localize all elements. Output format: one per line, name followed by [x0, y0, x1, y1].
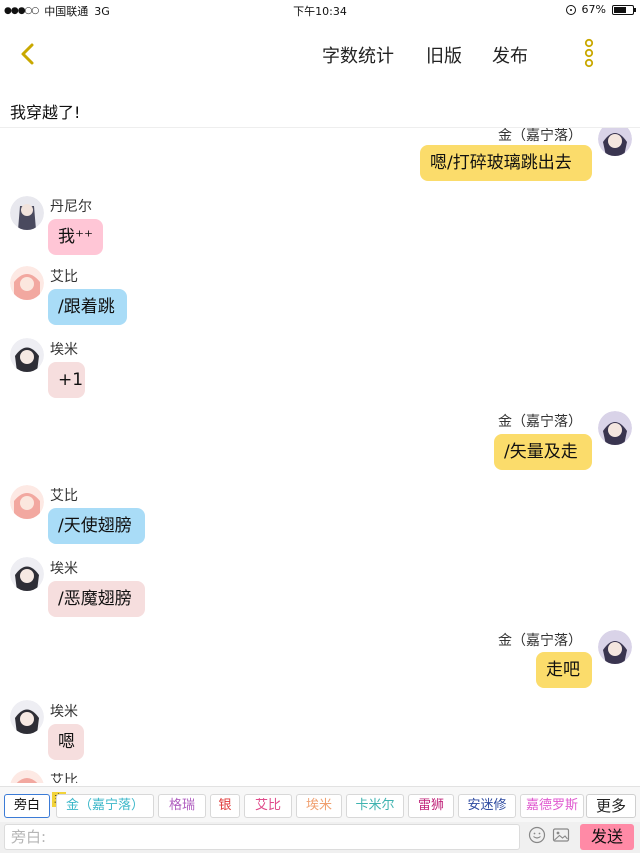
- sender-name: 埃米: [50, 704, 78, 720]
- message-bubble[interactable]: 嗯: [48, 724, 84, 760]
- role-chip[interactable]: 嘉德罗斯: [520, 794, 584, 818]
- role-chip[interactable]: 埃米: [296, 794, 342, 818]
- sender-name: 埃米: [50, 342, 78, 358]
- role-chip[interactable]: 格瑞: [158, 794, 206, 818]
- sender-name: 埃米: [50, 561, 78, 577]
- avatar[interactable]: [598, 128, 632, 156]
- vertical-dots-icon[interactable]: [580, 38, 598, 68]
- message-bubble[interactable]: /恶魔翅膀: [48, 581, 145, 617]
- publish-button[interactable]: 发布: [492, 42, 528, 68]
- rotation-lock-icon: [565, 4, 576, 15]
- message-bubble[interactable]: /跟着跳: [48, 289, 127, 325]
- story-title[interactable]: 我穿越了!: [10, 99, 80, 123]
- story-title-bar: 我穿越了!: [0, 92, 640, 128]
- avatar[interactable]: [10, 196, 44, 230]
- message-input[interactable]: [4, 824, 520, 850]
- more-roles-button[interactable]: 更多: [586, 794, 636, 818]
- battery-icon: [612, 4, 636, 15]
- nav-bar: 字数统计 旧版 发布: [0, 20, 640, 88]
- message-bubble[interactable]: /矢量及走: [494, 434, 592, 470]
- sender-name: 丹尼尔: [50, 199, 92, 215]
- battery-percent: 67%: [581, 3, 606, 16]
- old-version-button[interactable]: 旧版: [426, 42, 462, 68]
- message-bubble[interactable]: /天使翅膀: [48, 508, 145, 544]
- input-bar: 发送: [0, 822, 640, 853]
- clock: 下午10:34: [293, 5, 347, 18]
- avatar[interactable]: [10, 338, 44, 372]
- avatar[interactable]: [10, 266, 44, 300]
- role-chip[interactable]: 艾比: [244, 794, 292, 818]
- avatar[interactable]: [598, 411, 632, 445]
- message-bubble[interactable]: 嗯/打碎玻璃跳出去: [420, 145, 592, 181]
- avatar[interactable]: [10, 770, 44, 783]
- role-chip[interactable]: 雷狮: [408, 794, 454, 818]
- avatar[interactable]: [10, 700, 44, 734]
- chat-area[interactable]: 金（嘉宁落） 嗯/打碎玻璃跳出去 丹尼尔 我⁺⁺ 艾比 /跟着跳 埃米 +1 金…: [0, 128, 640, 783]
- sender-name: 金（嘉宁落）: [498, 414, 582, 430]
- avatar[interactable]: [10, 485, 44, 519]
- role-chip[interactable]: 卡米尔: [346, 794, 404, 818]
- sender-name: 金（嘉宁落）: [498, 128, 582, 144]
- role-chip[interactable]: 金（嘉宁落）: [56, 794, 154, 818]
- role-chip[interactable]: 旁白: [4, 794, 50, 818]
- send-button[interactable]: 发送: [580, 824, 634, 850]
- role-chip[interactable]: 银: [210, 794, 240, 818]
- chevron-left-icon[interactable]: [14, 40, 42, 68]
- message-bubble[interactable]: 我⁺⁺: [48, 219, 103, 255]
- sender-name: 金（嘉宁落）: [498, 633, 582, 649]
- role-chip[interactable]: 安迷修: [458, 794, 516, 818]
- message-bubble[interactable]: 走吧: [536, 652, 592, 688]
- role-selector-bar: 旁白 主 金（嘉宁落） 格瑞 银 艾比 埃米 卡米尔 雷狮 安迷修 嘉德罗斯 更…: [0, 786, 640, 822]
- sender-name: 艾比: [50, 773, 78, 783]
- avatar[interactable]: [10, 557, 44, 591]
- status-bar: ●●●○○ 中国联通 3G 下午10:34 67%: [0, 0, 640, 20]
- word-count-button[interactable]: 字数统计: [322, 42, 394, 68]
- sender-name: 艾比: [50, 488, 78, 504]
- image-icon[interactable]: [552, 826, 570, 844]
- sender-name: 艾比: [50, 269, 78, 285]
- smiley-icon[interactable]: [528, 826, 546, 844]
- avatar[interactable]: [598, 630, 632, 664]
- message-bubble[interactable]: +1: [48, 362, 85, 398]
